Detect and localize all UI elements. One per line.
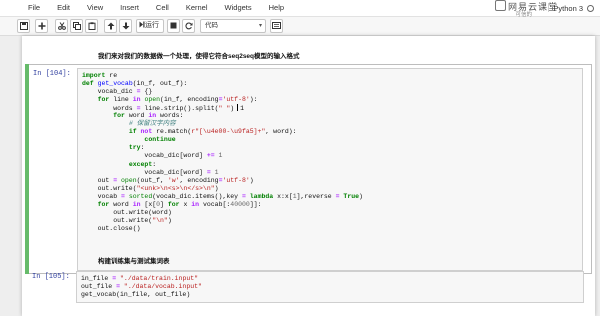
cell-prompt: In [105]: <box>32 273 70 281</box>
menu-view[interactable]: View <box>87 3 103 12</box>
code-line: out_file = "./data/vocab.input" <box>81 283 202 291</box>
code-line: try: <box>128 144 145 152</box>
code-cell[interactable]: In [105]: in_file = "./data/train.input"… <box>25 268 592 314</box>
scissors-icon <box>57 22 66 30</box>
menu-insert[interactable]: Insert <box>120 3 139 12</box>
save-icon <box>19 22 28 30</box>
refresh-icon <box>184 22 192 30</box>
cell-type-select[interactable]: 代码 ▾ <box>200 19 266 33</box>
toolbar: 运行 代码 ▾ <box>0 17 600 36</box>
markdown-cell[interactable]: 构建训练集与测试集词表 <box>98 255 170 265</box>
menu-cell[interactable]: Cell <box>156 3 169 12</box>
copy-icon <box>72 22 81 30</box>
insert-cell-button[interactable] <box>35 19 48 33</box>
divider <box>548 3 550 12</box>
kernel-indicator: Python 3 <box>548 3 594 13</box>
code-editor[interactable]: import re def get_vocab(in_f, out_f): voc… <box>77 68 583 271</box>
arrow-up-icon <box>107 22 114 30</box>
code-line: vocab_dic = {} <box>82 88 153 96</box>
code-line: vocab = sorted(vocab_dic.items(),key = l… <box>82 192 363 200</box>
paste-icon <box>88 22 95 30</box>
code-line: for line in open(in_f, encoding='utf-8')… <box>97 96 258 104</box>
code-line: out.write("\n") <box>82 216 172 224</box>
code-line: out.close() <box>82 224 141 232</box>
menu-bar: File Edit View Insert Cell Kernel Widget… <box>0 0 600 18</box>
text-cursor <box>237 104 239 112</box>
code-line: out.write(word) <box>82 208 172 216</box>
restart-button[interactable] <box>182 19 195 33</box>
code-line: in_file = "./data/train.input" <box>81 275 199 282</box>
menu-edit[interactable]: Edit <box>57 3 70 12</box>
menu-help[interactable]: Help <box>269 3 284 12</box>
interrupt-button[interactable] <box>167 19 180 33</box>
save-button[interactable] <box>17 19 30 33</box>
brand-logo-icon <box>494 0 506 11</box>
cut-button[interactable] <box>55 19 68 33</box>
code-cell-selected[interactable]: In [104]: import re def get_vocab(in_f, o… <box>25 64 592 274</box>
keyboard-icon <box>272 22 281 29</box>
code-line: except: <box>128 160 157 168</box>
code-line: out = open(out_f, 'w', encoding='utf-8') <box>82 176 254 184</box>
code-line: # 保留汉字内容 <box>128 120 176 128</box>
cell-type-value: 代码 <box>205 22 218 29</box>
code-line: import re <box>82 72 118 79</box>
command-palette-button[interactable] <box>270 19 283 33</box>
chevron-down-icon: ▾ <box>258 23 262 29</box>
run-label: 运行 <box>145 22 159 29</box>
code-text[interactable]: import re def get_vocab(in_f, out_f): voc… <box>78 69 582 236</box>
menu-widgets[interactable]: Widgets <box>225 3 252 12</box>
kernel-status-icon <box>587 5 594 12</box>
code-line: vocab_dic[word] += 1 <box>82 152 223 160</box>
copy-button[interactable] <box>70 19 83 33</box>
menu-file[interactable]: File <box>28 3 40 12</box>
kernel-name[interactable]: Python 3 <box>553 4 583 13</box>
notebook-page: 我们来对我们的数据做一个处理，使得它符合seq2seq模型的输入格式 In [1… <box>22 36 595 316</box>
paste-button[interactable] <box>85 19 98 33</box>
plus-icon <box>38 22 45 30</box>
run-button[interactable]: 运行 <box>136 19 164 33</box>
code-line: vocab_dic[word] = 1 <box>82 168 219 176</box>
code-line: get_vocab(in_file, out_file) <box>81 291 191 299</box>
code-line: def get_vocab(in_f, out_f): <box>82 80 188 88</box>
code-line: words = line.strip().split(" ") 1 <box>82 104 245 113</box>
menu: File Edit View Insert Cell Kernel Widget… <box>28 3 301 12</box>
move-up-button[interactable] <box>104 19 117 33</box>
menu-kernel[interactable]: Kernel <box>186 3 208 12</box>
markdown-cell[interactable]: 我们来对我们的数据做一个处理，使得它符合seq2seq模型的输入格式 <box>98 50 300 60</box>
code-line: for word in [x[0] for x in vocab[:40000]… <box>97 200 262 208</box>
move-down-button[interactable] <box>119 19 132 33</box>
code-line: out.write("<unk>\n<s>\n</s>\n") <box>82 184 219 192</box>
code-text[interactable]: in_file = "./data/train.input" out_file =… <box>77 272 583 302</box>
code-editor[interactable]: in_file = "./data/train.input" out_file =… <box>76 271 584 303</box>
code-line: if not re.match(r"[\u4e00-\u9fa5]+", wor… <box>128 128 297 136</box>
code-line: continue <box>144 136 176 144</box>
arrow-down-icon <box>122 22 129 30</box>
cell-prompt: In [104]: <box>33 70 71 78</box>
stop-icon <box>170 22 177 29</box>
